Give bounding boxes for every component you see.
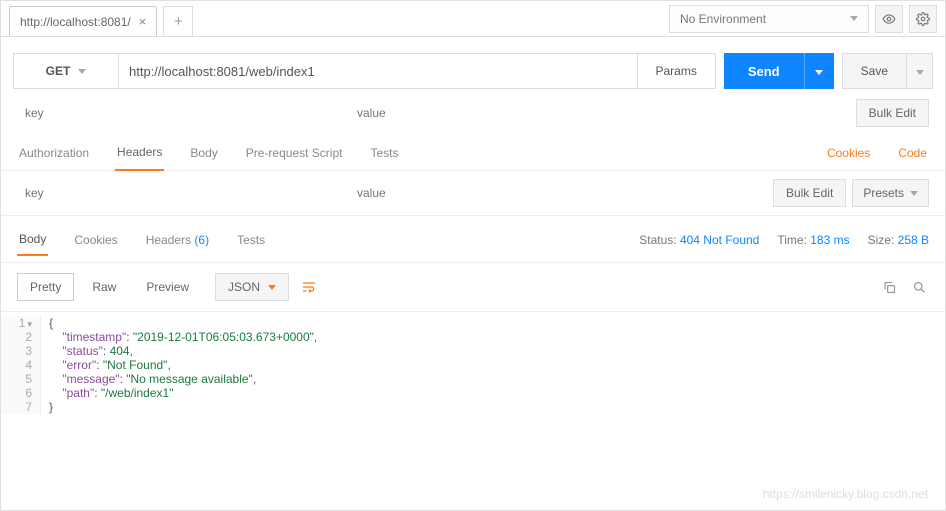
chevron-down-icon [910,191,918,196]
param-key-input[interactable] [17,99,337,127]
header-value-input[interactable] [349,179,669,207]
lang-label: JSON [228,280,260,294]
search-icon[interactable] [909,277,929,297]
method-select[interactable]: GET [13,53,118,89]
res-toolbar-right [879,277,929,297]
res-tab-headers[interactable]: Headers (6) [144,225,211,255]
response-body: 1▾234567 { "timestamp": "2019-12-01T06:0… [1,312,945,418]
format-row: Pretty Raw Preview JSON [1,262,945,312]
size-meta: Size: 258 B [868,233,929,247]
chevron-down-icon [78,69,86,74]
save-dropdown[interactable] [907,53,933,89]
header-key-input[interactable] [17,179,337,207]
status-meta: Status: 404 Not Found [639,233,759,247]
time-meta: Time: 183 ms [777,233,849,247]
tab-title: http://localhost:8081/ [20,15,131,29]
chevron-down-icon [916,70,924,75]
chevron-down-icon [815,70,823,75]
params-button[interactable]: Params [638,53,716,89]
chevron-down-icon [268,285,276,290]
response-meta: Status: 404 Not Found Time: 183 ms Size:… [639,233,929,247]
method-label: GET [46,64,71,78]
settings-icon[interactable] [909,5,937,33]
tabstrip: http://localhost:8081/ × + [1,1,669,36]
param-value-input[interactable] [349,99,669,127]
env-controls: No Environment [669,5,945,33]
request-row: GET Params Send Save [1,37,945,99]
tab-prerequest[interactable]: Pre-request Script [244,136,345,170]
environment-label: No Environment [680,12,766,26]
preview-button[interactable]: Preview [134,273,201,301]
res-headers-count: (6) [194,233,209,247]
copy-icon[interactable] [879,277,899,297]
url-input[interactable] [118,53,638,89]
watermark: https://smilenicky.blog.csdn.net [763,487,928,501]
presets-button[interactable]: Presets [852,179,929,207]
params-kv-row: Bulk Edit [1,99,945,135]
send-dropdown[interactable] [804,53,834,89]
res-tab-cookies[interactable]: Cookies [72,225,119,255]
close-icon[interactable]: × [139,14,147,29]
headers-kv-row: Bulk Edit Presets [1,171,945,216]
wrap-icon[interactable] [295,273,323,301]
request-tabs: Authorization Headers Body Pre-request S… [1,135,945,171]
request-tab[interactable]: http://localhost:8081/ × [9,6,157,36]
pretty-button[interactable]: Pretty [17,273,74,301]
cookies-link[interactable]: Cookies [825,136,872,170]
bulk-edit-button[interactable]: Bulk Edit [773,179,846,207]
code-source[interactable]: { "timestamp": "2019-12-01T06:05:03.673+… [41,316,317,414]
environment-select[interactable]: No Environment [669,5,869,33]
bulk-edit-button[interactable]: Bulk Edit [856,99,929,127]
res-tab-body[interactable]: Body [17,224,48,256]
env-preview-icon[interactable] [875,5,903,33]
new-tab-button[interactable]: + [163,6,193,36]
tab-body[interactable]: Body [188,136,219,170]
line-gutter: 1▾234567 [1,316,41,414]
tab-headers[interactable]: Headers [115,135,164,171]
res-headers-label: Headers [146,233,191,247]
lang-select[interactable]: JSON [215,273,289,301]
topbar: http://localhost:8081/ × + No Environmen… [1,1,945,37]
tab-authorization[interactable]: Authorization [17,136,91,170]
res-tab-tests[interactable]: Tests [235,225,267,255]
presets-label: Presets [863,186,904,200]
response-tabs: Body Cookies Headers (6) Tests Status: 4… [1,216,945,256]
raw-button[interactable]: Raw [80,273,128,301]
send-button[interactable]: Send [724,53,804,89]
tab-tests[interactable]: Tests [368,136,400,170]
save-button[interactable]: Save [842,53,907,89]
code-link[interactable]: Code [896,136,929,170]
chevron-down-icon [850,16,858,21]
